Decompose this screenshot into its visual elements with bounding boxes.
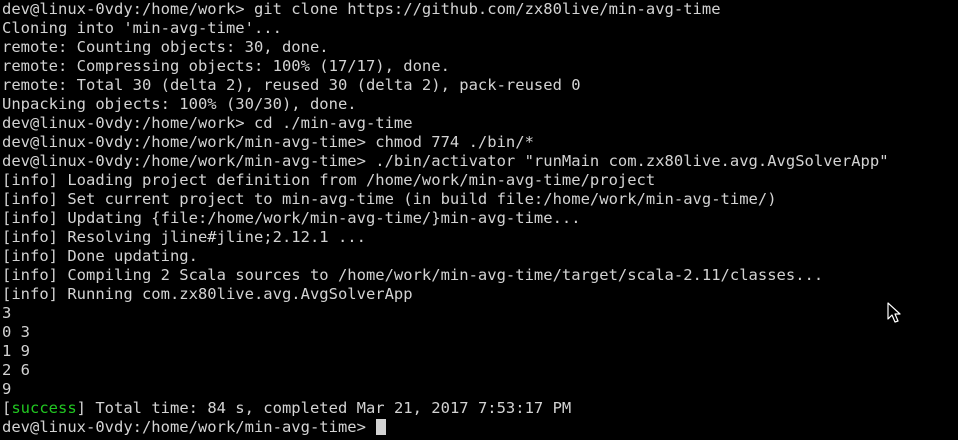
terminal-window[interactable]: dev@linux-0vdy:/home/work> git clone htt… xyxy=(0,0,958,440)
success-label: success xyxy=(11,399,77,417)
prompt-line[interactable]: dev@linux-0vdy:/home/work/min-avg-time> xyxy=(0,418,958,437)
terminal-line: remote: Counting objects: 30, done. xyxy=(2,38,329,56)
mouse-pointer-icon xyxy=(887,302,903,324)
shell-prompt: dev@linux-0vdy:/home/work/min-avg-time> xyxy=(2,418,376,436)
terminal-line: 0 3 xyxy=(2,323,30,341)
terminal-line: [info] Compiling 2 Scala sources to /hom… xyxy=(2,266,824,284)
success-line: [success] Total time: 84 s, completed Ma… xyxy=(0,399,958,418)
success-summary: ] Total time: 84 s, completed Mar 21, 20… xyxy=(76,399,572,417)
terminal-line: 1 9 xyxy=(2,342,30,360)
terminal-line: [info] Updating {file:/home/work/min-avg… xyxy=(2,209,581,227)
terminal-line: remote: Total 30 (delta 2), reused 30 (d… xyxy=(2,76,581,94)
terminal-line: 2 6 xyxy=(2,361,30,379)
terminal-line: dev@linux-0vdy:/home/work> git clone htt… xyxy=(2,0,721,18)
terminal-line: dev@linux-0vdy:/home/work> cd ./min-avg-… xyxy=(2,114,413,132)
terminal-line: [info] Loading project definition from /… xyxy=(2,171,656,189)
terminal-line: [info] Set current project to min-avg-ti… xyxy=(2,190,777,208)
terminal-line: 3 xyxy=(2,304,12,322)
success-open-bracket: [ xyxy=(2,399,12,417)
terminal-line: remote: Compressing objects: 100% (17/17… xyxy=(2,57,450,75)
terminal-line: [info] Running com.zx80live.avg.AvgSolve… xyxy=(2,285,413,303)
terminal-line: dev@linux-0vdy:/home/work/min-avg-time> … xyxy=(2,152,889,170)
terminal-line: 9 xyxy=(2,380,12,398)
terminal-line: Cloning into 'min-avg-time'... xyxy=(2,19,282,37)
terminal-line: [info] Done updating. xyxy=(2,247,198,265)
terminal-line: [info] Resolving jline#jline;2.12.1 ... xyxy=(2,228,366,246)
terminal-line: Unpacking objects: 100% (30/30), done. xyxy=(2,95,357,113)
terminal-line: dev@linux-0vdy:/home/work/min-avg-time> … xyxy=(2,133,534,151)
text-cursor xyxy=(376,419,387,435)
